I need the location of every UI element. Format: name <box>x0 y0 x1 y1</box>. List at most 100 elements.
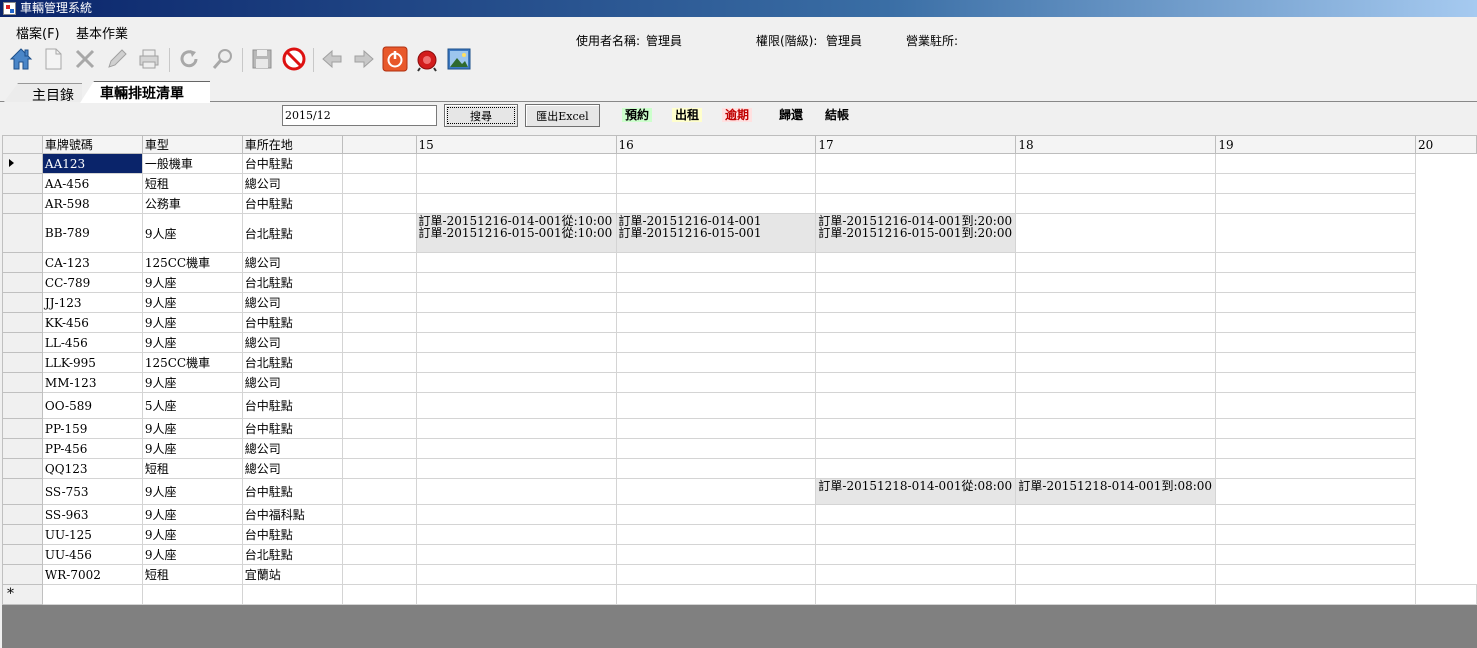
day-cell[interactable] <box>1215 438 1416 459</box>
day-cell[interactable] <box>341 213 417 253</box>
day-cell[interactable] <box>341 272 417 293</box>
col-header[interactable]: 15 <box>415 135 617 154</box>
delete-icon[interactable] <box>70 44 100 74</box>
day-cell[interactable] <box>1015 352 1217 373</box>
day-cell[interactable] <box>1215 478 1416 505</box>
plate-cell[interactable]: UU-456 <box>41 544 143 565</box>
day-cell[interactable] <box>415 292 617 313</box>
new-document-icon[interactable] <box>38 44 68 74</box>
save-icon[interactable] <box>247 44 277 74</box>
day-cell[interactable] <box>815 173 1017 194</box>
day-cell[interactable] <box>341 478 417 505</box>
location-cell[interactable]: 台中駐點 <box>241 524 343 545</box>
day-cell[interactable] <box>815 332 1017 353</box>
day-cell[interactable] <box>1215 352 1416 373</box>
day-cell[interactable] <box>415 418 617 439</box>
day-cell[interactable] <box>1215 332 1416 353</box>
plate-cell[interactable]: AA-456 <box>41 173 143 194</box>
row-header[interactable] <box>2 272 43 293</box>
day-cell[interactable] <box>1215 458 1416 479</box>
location-cell[interactable]: 台中福科點 <box>241 504 343 525</box>
day-cell[interactable] <box>1215 504 1416 525</box>
type-cell[interactable]: 9人座 <box>141 418 243 439</box>
menu-file[interactable]: 檔案(F) <box>16 23 60 42</box>
day-cell[interactable] <box>815 272 1017 293</box>
type-cell[interactable]: 9人座 <box>141 438 243 459</box>
edit-icon[interactable] <box>102 44 132 74</box>
table-row[interactable]: LLK-995 125CC機車 台北駐點 <box>2 352 1477 373</box>
export-excel-button[interactable]: 匯出Excel <box>525 104 600 127</box>
day-cell[interactable] <box>1015 392 1217 419</box>
day-cell[interactable] <box>415 173 617 194</box>
type-cell[interactable]: 9人座 <box>141 544 243 565</box>
day-cell[interactable] <box>615 504 817 525</box>
tab-main[interactable]: 主目錄 <box>4 83 82 102</box>
day-cell[interactable] <box>815 312 1017 333</box>
day-cell[interactable] <box>415 312 617 333</box>
table-row[interactable]: QQ123 短租 總公司 <box>2 458 1477 479</box>
row-header[interactable] <box>2 524 43 545</box>
table-row[interactable]: KK-456 9人座 台中駐點 <box>2 312 1477 333</box>
day-cell[interactable] <box>415 332 617 353</box>
row-header[interactable] <box>2 392 43 419</box>
location-cell[interactable]: 宜蘭站 <box>241 564 343 585</box>
new-row-cell[interactable] <box>1415 584 1477 605</box>
location-cell[interactable]: 台北駐點 <box>241 272 343 293</box>
location-cell[interactable]: 總公司 <box>241 292 343 313</box>
day-cell[interactable] <box>341 372 417 393</box>
row-header[interactable] <box>2 213 43 253</box>
day-cell[interactable] <box>1215 292 1416 313</box>
day-cell[interactable] <box>341 193 417 214</box>
booking-cell[interactable]: 訂單-20151216-014-001到:20:00 訂單-20151216-01… <box>815 213 1017 253</box>
new-row-cell[interactable] <box>1215 584 1416 605</box>
day-cell[interactable] <box>815 544 1017 565</box>
day-cell[interactable] <box>1015 292 1217 313</box>
row-header[interactable] <box>2 352 43 373</box>
row-header[interactable] <box>2 292 43 313</box>
day-cell[interactable] <box>341 352 417 373</box>
type-cell[interactable]: 短租 <box>141 173 243 194</box>
day-cell[interactable] <box>615 372 817 393</box>
day-cell[interactable] <box>415 564 617 585</box>
day-cell[interactable] <box>1015 272 1217 293</box>
day-cell[interactable] <box>1015 153 1217 174</box>
day-cell[interactable] <box>615 478 817 505</box>
day-cell[interactable] <box>615 544 817 565</box>
day-cell[interactable] <box>341 564 417 585</box>
print-icon[interactable] <box>134 44 164 74</box>
table-row[interactable]: AR-598 公務車 台中駐點 <box>2 193 1477 214</box>
day-cell[interactable] <box>615 392 817 419</box>
type-cell[interactable]: 短租 <box>141 564 243 585</box>
plate-cell[interactable]: LLK-995 <box>41 352 143 373</box>
search-icon[interactable] <box>208 44 238 74</box>
day-cell[interactable] <box>1215 392 1416 419</box>
plate-cell[interactable]: LL-456 <box>41 332 143 353</box>
row-header[interactable] <box>2 504 43 525</box>
day-cell[interactable] <box>815 372 1017 393</box>
plate-cell[interactable]: CA-123 <box>41 252 143 273</box>
day-cell[interactable] <box>815 524 1017 545</box>
day-cell[interactable] <box>415 372 617 393</box>
location-cell[interactable]: 台中駐點 <box>241 153 343 174</box>
day-cell[interactable] <box>415 153 617 174</box>
day-cell[interactable] <box>615 418 817 439</box>
table-row[interactable]: LL-456 9人座 總公司 <box>2 332 1477 353</box>
day-cell[interactable] <box>615 352 817 373</box>
booking-cell[interactable]: 訂單-20151216-014-001從:10:00 訂單-20151216-01… <box>415 213 617 253</box>
day-cell[interactable] <box>615 153 817 174</box>
col-header[interactable]: 18 <box>1015 135 1217 154</box>
day-cell[interactable] <box>1215 213 1416 253</box>
type-cell[interactable]: 125CC機車 <box>141 352 243 373</box>
location-cell[interactable]: 台中駐點 <box>241 193 343 214</box>
day-cell[interactable] <box>341 332 417 353</box>
day-cell[interactable] <box>415 478 617 505</box>
day-cell[interactable] <box>415 438 617 459</box>
row-header[interactable] <box>2 438 43 459</box>
day-cell[interactable] <box>815 352 1017 373</box>
col-header[interactable]: 車型 <box>141 135 243 154</box>
day-cell[interactable] <box>615 272 817 293</box>
day-cell[interactable] <box>341 312 417 333</box>
table-row[interactable]: UU-456 9人座 台北駐點 <box>2 544 1477 565</box>
type-cell[interactable]: 9人座 <box>141 372 243 393</box>
table-row[interactable]: AA123 一般機車 台中駐點 <box>2 153 1477 174</box>
